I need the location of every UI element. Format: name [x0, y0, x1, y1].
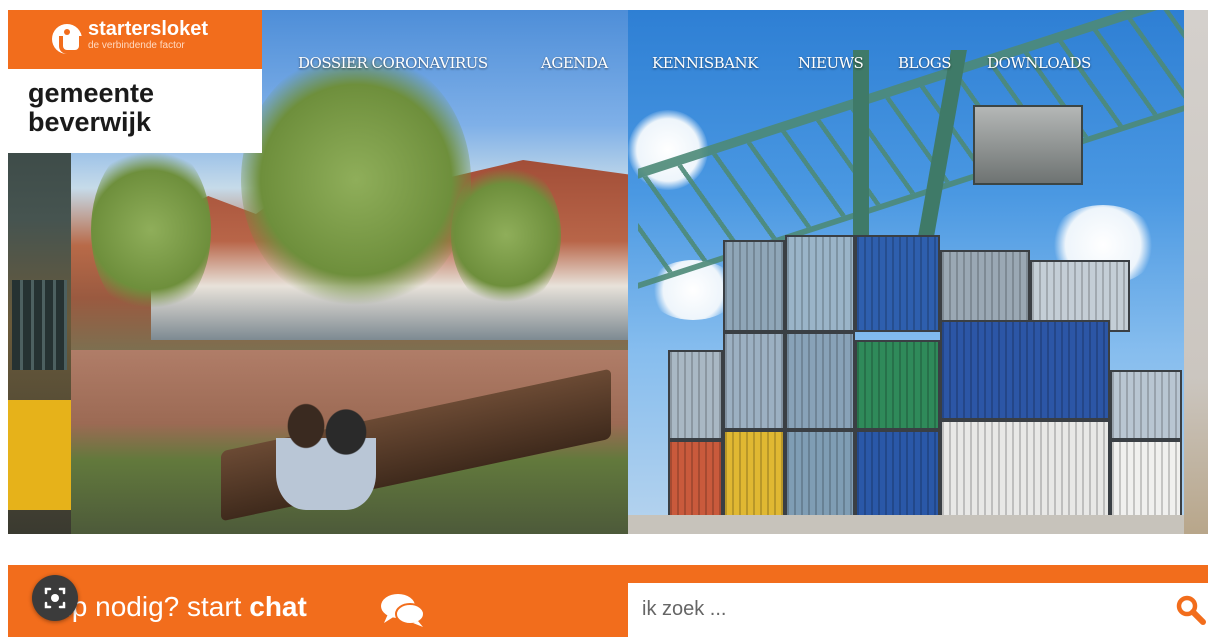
hero-image-edge — [1184, 10, 1208, 534]
search-bar — [628, 565, 1208, 637]
chat-word: chat — [249, 591, 307, 622]
chat-help-text[interactable]: ulp nodig? start chat — [50, 590, 307, 624]
person-logo-icon — [52, 24, 83, 54]
search-icon[interactable] — [1176, 595, 1206, 625]
brand-logo[interactable]: startersloket de verbindende factor — [8, 10, 262, 69]
nav-item-agenda[interactable]: AGENDA — [541, 54, 608, 72]
hero-image-port — [628, 10, 1184, 534]
nav-item-kennisbank[interactable]: KENNISBANK — [652, 54, 758, 72]
search-input[interactable] — [642, 591, 1142, 627]
municipality-line1: gemeente — [28, 78, 155, 108]
nav-item-nieuws[interactable]: NIEUWS — [798, 54, 864, 72]
brand-tagline: de verbindende factor — [88, 40, 185, 51]
nav-item-dossier-coronavirus[interactable]: DOSSIER CORONAVIRUS — [298, 54, 488, 72]
lens-button[interactable] — [32, 575, 78, 621]
chat-help-prefix: ulp nodig? start — [50, 591, 250, 622]
chat-bubbles-icon[interactable] — [380, 592, 426, 628]
brand-name: startersloket — [88, 18, 209, 40]
municipality-logo[interactable]: gemeente beverwijk — [8, 69, 262, 153]
nav-item-blogs[interactable]: BLOGS — [898, 54, 952, 72]
chat-help-bar[interactable]: ulp nodig? start chat — [8, 565, 628, 637]
lens-icon — [44, 587, 66, 609]
municipality-line2: beverwijk — [28, 107, 152, 137]
nav-item-downloads[interactable]: DOWNLOADS — [987, 54, 1091, 72]
